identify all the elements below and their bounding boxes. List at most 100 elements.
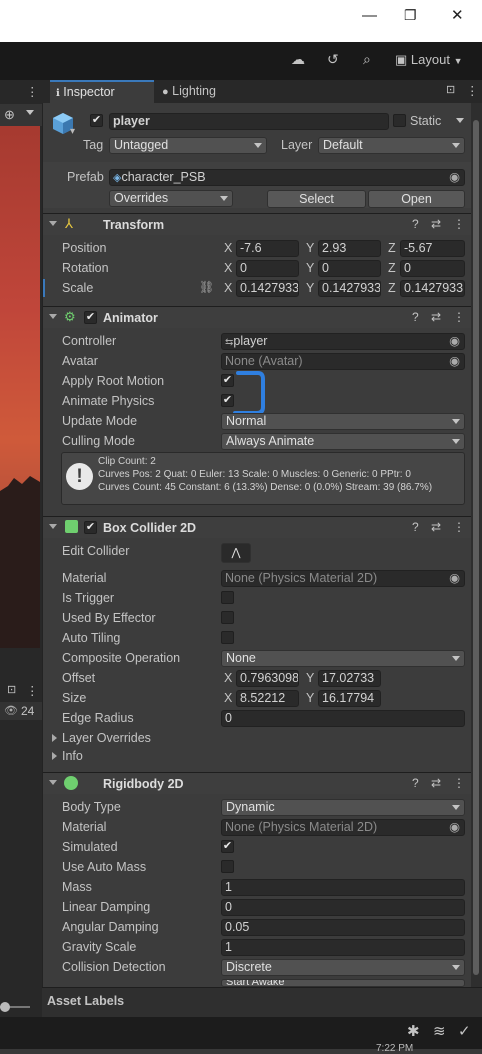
position-x-input[interactable]: -7.6	[236, 240, 299, 257]
help-icon[interactable]: ?	[412, 310, 419, 324]
rotation-x-input[interactable]: 0	[236, 260, 299, 277]
chevron-down-icon[interactable]	[26, 110, 34, 115]
is-trigger-checkbox[interactable]	[221, 591, 234, 604]
gravity-scale-input[interactable]: 1	[221, 939, 465, 956]
object-picker-icon[interactable]: ◉	[449, 334, 460, 349]
static-checkbox[interactable]	[393, 114, 406, 127]
layout-dropdown[interactable]: ▣ Layout ▼	[395, 52, 463, 68]
more-menu-icon[interactable]: ⋮	[453, 776, 465, 790]
search-icon[interactable]: ⌕	[363, 52, 371, 66]
preset-icon[interactable]: ⇄	[431, 310, 441, 324]
offset-y-input[interactable]: 17.02733	[318, 670, 381, 687]
help-icon[interactable]: ?	[412, 217, 419, 231]
more-menu-icon[interactable]: ⋮	[453, 520, 465, 534]
rb-material-field[interactable]: None (Physics Material 2D) ◉	[221, 819, 465, 836]
edge-radius-input[interactable]: 0	[221, 710, 465, 727]
tab-inspector[interactable]: ℹ Inspector	[50, 80, 154, 103]
prefab-select-button[interactable]: Select	[267, 190, 366, 208]
size-y-input[interactable]: 16.17794	[318, 690, 381, 707]
foldout-arrow-icon[interactable]	[52, 734, 57, 742]
update-mode-dropdown[interactable]: Normal	[221, 413, 465, 430]
layer-overrides-foldout[interactable]: Layer Overrides	[62, 731, 151, 746]
position-z-input[interactable]: -5.67	[400, 240, 465, 257]
help-icon[interactable]: ?	[412, 520, 419, 534]
rigidbody-header[interactable]: Rigidbody 2D ? ⇄ ⋮	[43, 772, 471, 794]
link-scale-icon[interactable]: ⛓	[199, 280, 214, 294]
more-menu-icon[interactable]: ⋮	[466, 83, 479, 98]
help-icon[interactable]: ?	[412, 776, 419, 790]
info-foldout[interactable]: Info	[62, 749, 83, 764]
controller-field[interactable]: ⇆player ◉	[221, 333, 465, 350]
minimize-button[interactable]: —	[362, 8, 377, 23]
object-picker-icon[interactable]: ◉	[449, 820, 460, 835]
eye-icon[interactable]: 👁	[4, 704, 18, 717]
more-menu-icon[interactable]: ⋮	[26, 683, 39, 698]
asset-labels-title[interactable]: Asset Labels	[47, 994, 124, 1008]
animator-header[interactable]: ⚙ ✔ Animator ? ⇄ ⋮	[43, 306, 471, 328]
chevron-down-icon[interactable]: ▾	[70, 126, 75, 137]
use-auto-mass-checkbox[interactable]	[221, 860, 234, 873]
scale-z-input[interactable]: 0.1427933	[400, 280, 465, 297]
rotation-z-input[interactable]: 0	[400, 260, 465, 277]
composite-operation-dropdown[interactable]: None	[221, 650, 465, 667]
lock-icon[interactable]: ⊡	[446, 83, 455, 96]
foldout-arrow-icon[interactable]	[49, 524, 57, 529]
culling-mode-dropdown[interactable]: Always Animate	[221, 433, 465, 450]
auto-tiling-checkbox[interactable]	[221, 631, 234, 644]
avatar-field[interactable]: None (Avatar) ◉	[221, 353, 465, 370]
box-collider-enabled-checkbox[interactable]: ✔	[84, 521, 97, 534]
mass-input[interactable]: 1	[221, 879, 465, 896]
zoom-slider-handle[interactable]	[0, 1002, 10, 1012]
box-collider-header[interactable]: ✔ Box Collider 2D ? ⇄ ⋮	[43, 516, 471, 538]
scale-x-input[interactable]: 0.1427933	[236, 280, 299, 297]
animator-enabled-checkbox[interactable]: ✔	[84, 311, 97, 324]
cloud-icon[interactable]: ☁	[291, 52, 305, 66]
foldout-arrow-icon[interactable]	[49, 314, 57, 319]
restore-button[interactable]: ❐	[404, 8, 417, 22]
history-icon[interactable]: ↺	[327, 52, 339, 66]
scene-viewport[interactable]	[0, 126, 40, 648]
sleeping-mode-dropdown-partial[interactable]: Start Awake	[221, 979, 465, 987]
transform-header[interactable]: ⅄ Transform ? ⇄ ⋮	[43, 213, 471, 235]
foldout-arrow-icon[interactable]	[49, 221, 57, 226]
material-field[interactable]: None (Physics Material 2D) ◉	[221, 570, 465, 587]
more-menu-icon[interactable]: ⋮	[453, 310, 465, 324]
prefab-field[interactable]: ◈character_PSB ◉	[109, 169, 465, 186]
layers-icon[interactable]: ≋	[433, 1022, 446, 1040]
foldout-arrow-icon[interactable]	[49, 780, 57, 785]
foldout-arrow-icon[interactable]	[52, 752, 57, 760]
more-menu-icon[interactable]: ⋮	[453, 217, 465, 231]
position-y-input[interactable]: 2.93	[318, 240, 381, 257]
edit-collider-button[interactable]: ⋀	[221, 543, 251, 563]
simulated-checkbox[interactable]: ✔	[221, 840, 234, 853]
scale-y-input[interactable]: 0.1427933	[318, 280, 381, 297]
lock-icon[interactable]: ⊡	[7, 683, 16, 696]
rotation-y-input[interactable]: 0	[318, 260, 381, 277]
preset-icon[interactable]: ⇄	[431, 520, 441, 534]
body-type-dropdown[interactable]: Dynamic	[221, 799, 465, 816]
offset-x-input[interactable]: 0.7963098	[236, 670, 299, 687]
more-menu-icon[interactable]: ⋮	[26, 84, 39, 99]
status-check-icon[interactable]: ✓	[458, 1022, 471, 1040]
preset-icon[interactable]: ⇄	[431, 776, 441, 790]
object-picker-icon[interactable]: ◉	[449, 354, 460, 369]
angular-damping-input[interactable]: 0.05	[221, 919, 465, 936]
overrides-dropdown[interactable]: Overrides	[109, 190, 233, 207]
object-picker-icon[interactable]: ◉	[449, 571, 460, 586]
object-name-input[interactable]: player	[109, 113, 389, 130]
used-by-effector-checkbox[interactable]	[221, 611, 234, 624]
active-checkbox[interactable]: ✔	[90, 114, 103, 127]
layer-dropdown[interactable]: Default	[318, 137, 465, 154]
tab-lighting[interactable]: ● Lighting	[160, 80, 250, 103]
scrollbar-thumb[interactable]	[473, 120, 479, 975]
bug-icon[interactable]: ✱	[407, 1022, 420, 1040]
tag-dropdown[interactable]: Untagged	[109, 137, 267, 154]
close-button[interactable]: ✕	[451, 8, 464, 23]
prefab-open-button[interactable]: Open	[368, 190, 465, 208]
static-dropdown-arrow[interactable]	[456, 118, 464, 123]
object-picker-icon[interactable]: ◉	[449, 170, 460, 185]
gizmo-icon[interactable]: ⊕	[4, 107, 15, 123]
size-x-input[interactable]: 8.52212	[236, 690, 299, 707]
linear-damping-input[interactable]: 0	[221, 899, 465, 916]
collision-detection-dropdown[interactable]: Discrete	[221, 959, 465, 976]
